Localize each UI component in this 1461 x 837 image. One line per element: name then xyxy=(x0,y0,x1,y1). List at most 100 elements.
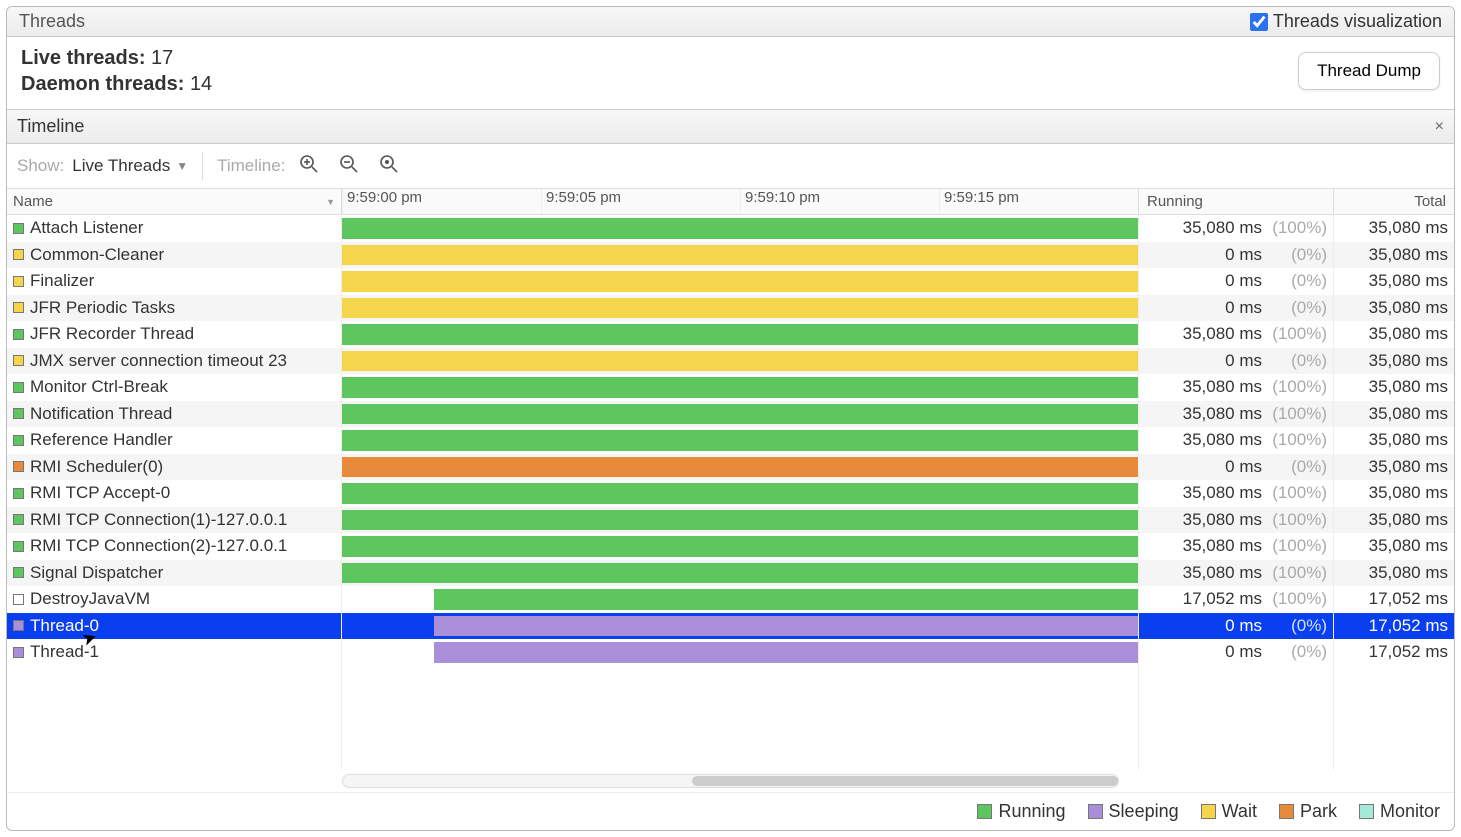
zoom-in-icon[interactable] xyxy=(293,150,325,182)
timeline-bar xyxy=(434,616,1138,637)
timeline-label: Timeline: xyxy=(217,156,285,176)
running-pct: (0%) xyxy=(1272,245,1327,265)
running-value: 0 ms xyxy=(1225,457,1262,477)
state-swatch-icon xyxy=(13,249,24,260)
total-value: 35,080 ms xyxy=(1369,430,1448,450)
table-row[interactable]: Monitor Ctrl-Break35,080 ms(100%)35,080 … xyxy=(7,374,1454,401)
timeline-bar xyxy=(342,218,1138,239)
timeline-scrollbar[interactable] xyxy=(342,774,1119,788)
legend-swatch-icon xyxy=(1201,804,1216,819)
total-value: 35,080 ms xyxy=(1369,457,1448,477)
legend-item: Monitor xyxy=(1359,801,1440,822)
total-value: 17,052 ms xyxy=(1369,642,1448,662)
legend-swatch-icon xyxy=(1359,804,1374,819)
timeline-header: Timeline × xyxy=(7,109,1454,144)
table-row[interactable]: RMI TCP Connection(1)-127.0.0.1 35,080 ms… xyxy=(7,507,1454,534)
column-timeline[interactable]: 9:59:00 pm9:59:05 pm9:59:10 pm9:59:15 pm xyxy=(342,189,1139,214)
timeline-bar xyxy=(342,563,1138,584)
state-swatch-icon xyxy=(13,461,24,472)
running-value: 35,080 ms xyxy=(1183,324,1262,344)
state-swatch-icon xyxy=(13,276,24,287)
timeline-bar xyxy=(342,536,1138,557)
total-value: 35,080 ms xyxy=(1369,298,1448,318)
table-row[interactable]: Signal Dispatcher35,080 ms(100%)35,080 m… xyxy=(7,560,1454,587)
running-value: 35,080 ms xyxy=(1183,430,1262,450)
total-value: 35,080 ms xyxy=(1369,351,1448,371)
thread-name: Attach Listener xyxy=(30,218,143,238)
zoom-fit-icon[interactable] xyxy=(373,150,405,182)
table-row[interactable]: RMI TCP Accept-035,080 ms(100%)35,080 ms xyxy=(7,480,1454,507)
running-pct: (0%) xyxy=(1272,298,1327,318)
running-pct: (100%) xyxy=(1272,218,1327,238)
total-value: 35,080 ms xyxy=(1369,563,1448,583)
state-swatch-icon xyxy=(13,514,24,525)
table-row[interactable]: JMX server connection timeout 230 ms(0%)… xyxy=(7,348,1454,375)
legend-label: Monitor xyxy=(1380,801,1440,822)
column-total[interactable]: Total xyxy=(1334,189,1454,214)
running-pct: (100%) xyxy=(1272,430,1327,450)
table-row[interactable]: Reference Handler35,080 ms(100%)35,080 m… xyxy=(7,427,1454,454)
timeline-bar xyxy=(434,642,1138,663)
show-label: Show: xyxy=(17,156,64,176)
close-icon[interactable]: × xyxy=(1435,118,1444,136)
table-row[interactable]: Thread-00 ms(0%)17,052 ms xyxy=(7,613,1454,640)
running-pct: (0%) xyxy=(1272,457,1327,477)
total-value: 35,080 ms xyxy=(1369,536,1448,556)
timeline-title: Timeline xyxy=(17,116,84,137)
stats-row: Live threads: 17 Daemon threads: 14 Thre… xyxy=(7,37,1454,109)
table-row[interactable]: JFR Periodic Tasks0 ms(0%)35,080 ms xyxy=(7,295,1454,322)
legend-swatch-icon xyxy=(1088,804,1103,819)
table-body: Attach Listener35,080 ms(100%)35,080 msC… xyxy=(7,215,1454,770)
total-value: 17,052 ms xyxy=(1369,589,1448,609)
thread-name: JFR Recorder Thread xyxy=(30,324,194,344)
table-row[interactable]: Notification Thread35,080 ms(100%)35,080… xyxy=(7,401,1454,428)
live-threads-count: 17 xyxy=(151,47,173,69)
state-swatch-icon xyxy=(13,594,24,605)
thread-stats: Live threads: 17 Daemon threads: 14 xyxy=(21,45,212,97)
sort-desc-icon: ▼ xyxy=(326,197,335,207)
running-value: 0 ms xyxy=(1225,616,1262,636)
table-row[interactable]: RMI Scheduler(0)0 ms(0%)35,080 ms xyxy=(7,454,1454,481)
threads-visualization-checkbox[interactable]: Threads visualization xyxy=(1250,11,1442,32)
timeline-bar xyxy=(342,298,1138,319)
table-row[interactable]: JFR Recorder Thread35,080 ms(100%)35,080… xyxy=(7,321,1454,348)
show-dropdown[interactable]: Live Threads ▼ xyxy=(72,156,188,176)
thread-name: RMI TCP Accept-0 xyxy=(30,483,170,503)
total-value: 35,080 ms xyxy=(1369,483,1448,503)
column-running[interactable]: Running xyxy=(1139,189,1334,214)
column-name[interactable]: Name▼ xyxy=(7,189,342,214)
legend-label: Park xyxy=(1300,801,1337,822)
legend-item: Wait xyxy=(1201,801,1257,822)
thread-name: Common-Cleaner xyxy=(30,245,164,265)
time-tick: 9:59:00 pm xyxy=(342,189,541,214)
thread-name: RMI TCP Connection(1)-127.0.0.1 xyxy=(30,510,287,530)
threads-table: Name▼ 9:59:00 pm9:59:05 pm9:59:10 pm9:59… xyxy=(7,189,1454,788)
running-pct: (100%) xyxy=(1272,404,1327,424)
running-pct: (0%) xyxy=(1272,271,1327,291)
running-value: 35,080 ms xyxy=(1183,536,1262,556)
time-tick: 9:59:10 pm xyxy=(740,189,939,214)
chevron-down-icon: ▼ xyxy=(176,159,188,173)
table-header: Name▼ 9:59:00 pm9:59:05 pm9:59:10 pm9:59… xyxy=(7,189,1454,215)
thread-name: Thread-0 xyxy=(30,616,99,636)
table-row[interactable]: DestroyJavaVM17,052 ms(100%)17,052 ms xyxy=(7,586,1454,613)
live-threads-label: Live threads: xyxy=(21,47,145,69)
table-row[interactable]: Thread-10 ms(0%)17,052 ms xyxy=(7,639,1454,666)
state-swatch-icon xyxy=(13,355,24,366)
table-row[interactable]: Attach Listener35,080 ms(100%)35,080 ms xyxy=(7,215,1454,242)
state-swatch-icon xyxy=(13,567,24,578)
state-swatch-icon xyxy=(13,382,24,393)
separator xyxy=(202,152,203,180)
table-row[interactable]: Common-Cleaner 0 ms (0%) 35,080 ms xyxy=(7,242,1454,269)
running-pct: (100%) xyxy=(1272,563,1327,583)
thread-dump-button[interactable]: Thread Dump xyxy=(1298,52,1440,90)
table-row[interactable]: Finalizer0 ms(0%)35,080 ms xyxy=(7,268,1454,295)
total-value: 35,080 ms xyxy=(1369,245,1448,265)
running-value: 0 ms xyxy=(1225,271,1262,291)
legend-label: Running xyxy=(998,801,1065,822)
zoom-out-icon[interactable] xyxy=(333,150,365,182)
running-value: 0 ms xyxy=(1225,245,1262,265)
state-swatch-icon xyxy=(13,408,24,419)
running-value: 35,080 ms xyxy=(1183,510,1262,530)
table-row[interactable]: RMI TCP Connection(2)-127.0.0.135,080 ms… xyxy=(7,533,1454,560)
